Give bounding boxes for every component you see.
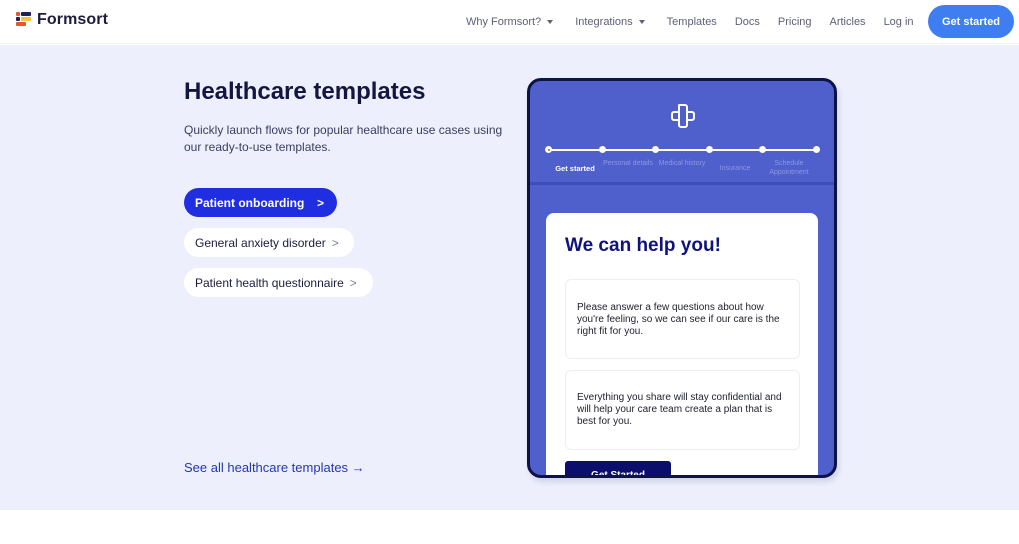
formsort-logo[interactable]: Formsort xyxy=(16,11,108,29)
main-nav: Why Formsort? Integrations Templates Doc… xyxy=(466,0,932,44)
healthcare-templates-section xyxy=(0,45,1019,510)
template-label: General anxiety disorder xyxy=(195,235,326,250)
preview-header: Get started Personal details Medical his… xyxy=(530,81,834,185)
page-subtitle: Quickly launch flows for popular healthc… xyxy=(184,123,503,154)
chevron-right-icon: > xyxy=(331,235,339,250)
see-all-healthcare-templates-link[interactable]: See all healthcare templates → xyxy=(184,460,365,475)
nav-templates-label: Templates xyxy=(666,16,717,28)
chevron-right-icon: > xyxy=(316,195,324,210)
step-label-insurance: Insurance xyxy=(719,165,751,172)
caret-down-icon xyxy=(547,20,554,24)
nav-log-in-label: Log in xyxy=(883,16,914,28)
step-label-medical-history: Medical history xyxy=(658,160,706,167)
progress-track xyxy=(548,149,818,151)
logo-text: Formsort xyxy=(37,11,109,28)
nav-why-formsort[interactable]: Why Formsort? xyxy=(466,16,554,28)
nav-log-in[interactable]: Log in xyxy=(884,16,914,28)
caret-down-icon xyxy=(638,20,645,24)
template-general-anxiety-disorder[interactable]: General anxiety disorder > xyxy=(184,228,354,257)
step-dot xyxy=(706,146,713,153)
nav-pricing-label: Pricing xyxy=(777,16,812,28)
nav-pricing[interactable]: Pricing xyxy=(778,16,812,28)
formsort-logo-icon xyxy=(16,11,32,29)
nav-integrations[interactable]: Integrations xyxy=(575,16,645,28)
nav-why-formsort-label: Why Formsort? xyxy=(466,16,542,28)
preview-card: We can help you! Please answer a few que… xyxy=(546,213,818,475)
page-title: Healthcare templates xyxy=(184,78,426,105)
preview-get-started-button[interactable]: Get Started xyxy=(565,461,671,475)
step-dot xyxy=(599,146,606,153)
chevron-right-icon: > xyxy=(349,275,357,290)
template-label: Patient onboarding xyxy=(195,195,305,210)
step-dot xyxy=(759,146,766,153)
nav-articles-label: Articles xyxy=(829,16,866,28)
info-box: Please answer a few questions about how … xyxy=(565,279,800,359)
step-label-get-started: Get started xyxy=(555,164,595,173)
nav-templates[interactable]: Templates xyxy=(667,16,717,28)
step-dot-active xyxy=(545,146,552,153)
get-started-button[interactable]: Get started xyxy=(928,5,1014,38)
template-patient-onboarding[interactable]: Patient onboarding > xyxy=(184,188,337,217)
site-header: Formsort Why Formsort? Integrations Temp… xyxy=(0,0,1019,44)
template-patient-health-questionnaire[interactable]: Patient health questionnaire > xyxy=(184,268,373,297)
step-dot xyxy=(813,146,820,153)
nav-docs[interactable]: Docs xyxy=(735,16,760,28)
template-preview-device: Get started Personal details Medical his… xyxy=(527,78,837,478)
preview-card-title: We can help you! xyxy=(565,235,721,256)
nav-articles[interactable]: Articles xyxy=(830,16,866,28)
medical-cross-icon xyxy=(671,104,695,128)
nav-docs-label: Docs xyxy=(734,16,760,28)
step-dot xyxy=(652,146,659,153)
info-box: Everything you share will stay confident… xyxy=(565,370,800,450)
nav-integrations-label: Integrations xyxy=(575,16,633,28)
step-label-schedule-appointment: Schedule Appointment xyxy=(769,160,809,176)
template-label: Patient health questionnaire xyxy=(195,275,344,290)
step-label-personal-details: Personal details xyxy=(603,160,653,167)
